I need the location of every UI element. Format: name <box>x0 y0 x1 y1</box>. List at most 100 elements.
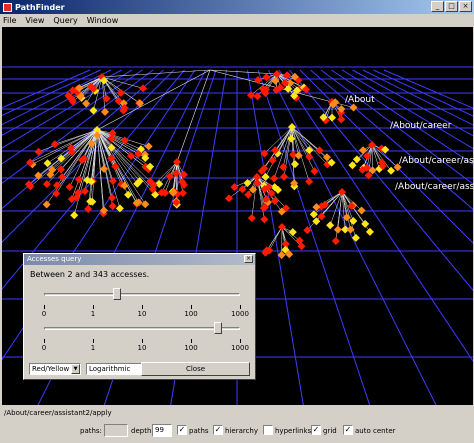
max-slider-ticks: 0 1 10 100 1000 <box>41 339 249 355</box>
color-scheme-select[interactable]: Red/Yellow ▼ <box>29 363 81 375</box>
slider-tick <box>240 339 241 343</box>
slider-track <box>44 327 240 330</box>
node-marker <box>365 227 374 236</box>
node-marker <box>70 211 79 220</box>
max-accesses-slider[interactable] <box>44 322 240 336</box>
slider-thumb-max[interactable] <box>214 322 223 334</box>
slider-tick-label: 0 <box>41 310 47 318</box>
node-marker <box>108 193 117 202</box>
node-marker <box>224 194 233 203</box>
slider-tick-label: 10 <box>137 344 147 352</box>
node-marker <box>305 146 314 155</box>
node-label-about-career-assistant: /About/career/assistant <box>399 156 473 166</box>
node-marker <box>89 106 98 115</box>
accesses-query-dialog: Accesses query × Between 2 and 343 acces… <box>23 253 256 380</box>
menu-window[interactable]: Window <box>87 16 119 25</box>
minimize-button[interactable]: _ <box>431 1 444 12</box>
node-marker <box>80 187 89 196</box>
slider-tick-label: 1 <box>90 344 96 352</box>
close-button[interactable]: × <box>459 1 472 12</box>
dialog-title-bar: Accesses query × <box>24 254 255 265</box>
dialog-close-icon[interactable]: × <box>244 255 253 263</box>
depth-field[interactable]: 99 <box>152 424 172 437</box>
slider-tick-label: 0 <box>41 344 47 352</box>
node-marker <box>305 177 314 186</box>
node-marker <box>331 237 340 246</box>
node-marker <box>244 190 253 199</box>
node-marker <box>309 210 318 219</box>
node-marker <box>34 147 43 156</box>
node-marker <box>333 225 342 234</box>
slider-tick <box>93 305 94 309</box>
slider-tick <box>240 305 241 309</box>
node-marker <box>387 166 396 175</box>
grid-line <box>247 69 304 405</box>
node-label-about-career: /About/career <box>390 121 452 131</box>
slider-tick <box>142 305 143 309</box>
node-marker <box>75 175 84 184</box>
dialog-title: Accesses query <box>27 255 82 263</box>
hyperlinks-checkbox-label: hyperlinks <box>275 427 312 435</box>
node-marker <box>326 221 335 230</box>
min-accesses-slider[interactable] <box>44 288 240 302</box>
node-marker <box>260 215 269 224</box>
hierarchy-checkbox-label: hierarchy <box>225 427 259 435</box>
slider-tick <box>93 339 94 343</box>
node-marker <box>346 225 355 234</box>
node-marker <box>322 153 331 162</box>
node-marker <box>238 185 247 194</box>
tree-edge <box>209 69 278 75</box>
node-marker <box>294 151 303 160</box>
auto-center-checkbox-label: auto center <box>355 427 396 435</box>
node-marker <box>247 91 256 100</box>
slider-track <box>44 293 240 296</box>
close-dialog-button[interactable]: Close <box>141 362 250 376</box>
paths-checkbox-label: paths <box>189 427 209 435</box>
node-marker <box>349 217 358 226</box>
node-marker <box>312 217 321 226</box>
min-slider-ticks: 0 1 10 100 1000 <box>41 305 249 321</box>
color-scheme-value: Red/Yellow <box>32 365 70 373</box>
node-label-about: /About <box>345 95 375 105</box>
paths-field[interactable] <box>104 424 128 437</box>
maximize-button[interactable]: □ <box>445 1 458 12</box>
hierarchy-checkbox[interactable]: ✓ <box>213 425 223 435</box>
node-marker <box>42 200 51 209</box>
node-marker <box>127 151 136 160</box>
node-marker <box>178 189 187 198</box>
chevron-down-icon[interactable]: ▼ <box>71 364 80 374</box>
slider-tick-label: 100 <box>184 344 198 352</box>
node-marker <box>247 214 256 223</box>
window-title: PathFinder <box>15 2 65 12</box>
slider-tick-label: 100 <box>184 310 198 318</box>
node-marker <box>337 115 346 124</box>
node-marker <box>305 152 314 161</box>
menu-query[interactable]: Query <box>53 16 77 25</box>
slider-tick <box>44 339 45 343</box>
range-text: Between 2 and 343 accesses. <box>30 270 150 279</box>
paths-checkbox[interactable]: ✓ <box>177 425 187 435</box>
slider-tick <box>44 305 45 309</box>
current-path: /About/career/assistant2/apply <box>4 409 112 417</box>
slider-tick <box>191 339 192 343</box>
depth-label: depth: <box>131 427 154 435</box>
tree-edge <box>324 191 343 205</box>
scale-value: Logarithmic <box>89 365 131 373</box>
menu-file[interactable]: File <box>3 16 16 25</box>
app-icon <box>3 2 12 12</box>
slider-tick-label: 1000 <box>231 310 249 318</box>
node-marker <box>268 156 277 165</box>
slider-tick-label: 10 <box>137 310 147 318</box>
grid-checkbox[interactable]: ✓ <box>311 425 321 435</box>
node-marker <box>84 204 93 213</box>
auto-center-checkbox[interactable]: ✓ <box>343 425 353 435</box>
slider-thumb-min[interactable] <box>112 288 121 300</box>
node-marker <box>100 164 109 173</box>
node-marker <box>65 182 74 191</box>
hyperlinks-checkbox[interactable] <box>263 425 273 435</box>
node-marker <box>82 99 91 108</box>
menu-view[interactable]: View <box>25 16 44 25</box>
node-marker <box>270 174 279 183</box>
paths-label: paths: <box>80 427 102 435</box>
slider-tick <box>191 305 192 309</box>
